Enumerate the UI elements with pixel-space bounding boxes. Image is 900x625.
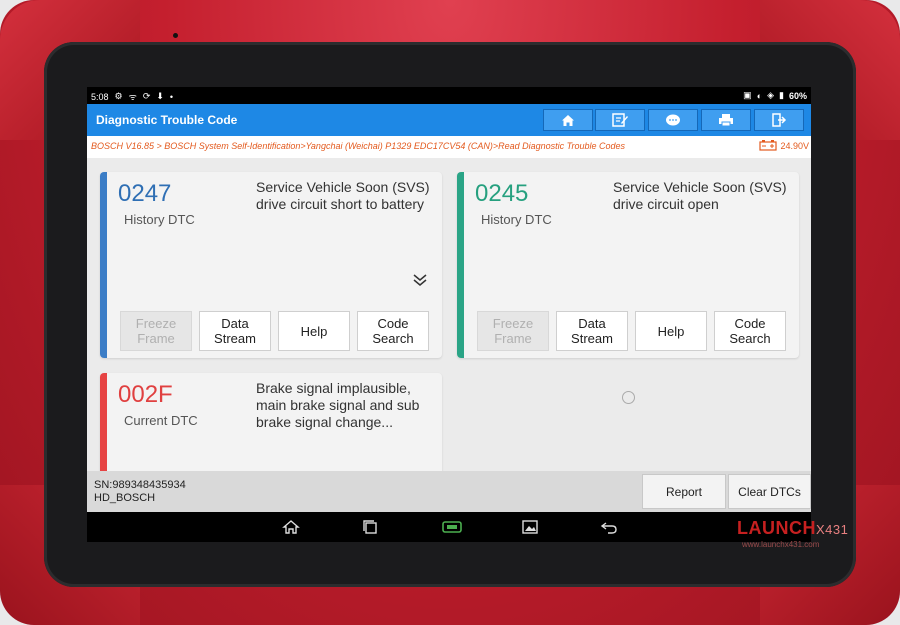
watermark-suffix: X431: [816, 522, 849, 537]
vci-icon[interactable]: [441, 519, 463, 535]
settings-icon: ⚙: [114, 91, 123, 101]
battery-icon: ▮: [779, 90, 784, 100]
data-stream-button[interactable]: Data Stream: [556, 311, 628, 351]
screen: 5:08 ⚙ ᯤ ⟳ ⬇ • ▣ ◐ ◈ ▮ 60% Diagnostic Tr…: [87, 87, 811, 542]
sync-icon: ⟳: [142, 91, 151, 101]
home-icon: [562, 114, 574, 126]
chat-icon: [666, 114, 680, 125]
loading-spinner-icon: [622, 391, 635, 404]
battery-voltage-icon: [759, 140, 778, 151]
status-bar: 5:08 ⚙ ᯤ ⟳ ⬇ • ▣ ◐ ◈ ▮ 60%: [87, 87, 811, 104]
cast-icon: ▣: [743, 90, 752, 100]
watermark-brand: LAUNCH: [737, 518, 816, 538]
print-icon: [719, 114, 733, 127]
vibrate-icon: ◐: [756, 90, 763, 101]
dtc-card: 0245 History DTC Service Vehicle Soon (S…: [457, 172, 799, 358]
recent-apps-icon[interactable]: [361, 519, 379, 535]
report-button[interactable]: Report: [642, 474, 726, 509]
print-button[interactable]: [701, 109, 751, 131]
clear-dtcs-button[interactable]: Clear DTCs: [728, 474, 811, 509]
dot-icon: •: [169, 91, 174, 102]
back-icon[interactable]: [600, 519, 618, 535]
download-icon: ⬇: [156, 91, 164, 101]
dtc-accent-bar: [457, 172, 464, 358]
exit-icon: [772, 113, 787, 127]
report-edit-icon: [612, 113, 628, 127]
help-button[interactable]: Help: [635, 311, 707, 351]
breadcrumb-path: BOSCH V16.85 > BOSCH System Self-Identif…: [91, 141, 626, 151]
brand-watermark: LAUNCHX431: [737, 518, 848, 539]
dtc-code: 0247: [118, 180, 172, 207]
screenshot-icon[interactable]: [521, 519, 539, 535]
breadcrumb: BOSCH V16.85 > BOSCH System Self-Identif…: [87, 136, 811, 158]
android-nav-bar: [87, 512, 811, 542]
dtc-description: Brake signal implausible, main brake sig…: [256, 380, 420, 430]
dtc-description: Service Vehicle Soon (SVS) drive circuit…: [613, 179, 787, 212]
bottom-info-bar: SN:989348435934 HD_BOSCH Report Clear DT…: [87, 471, 811, 512]
module-name: HD_BOSCH: [94, 492, 156, 504]
dtc-accent-bar: [100, 172, 107, 358]
freeze-frame-button[interactable]: Freeze Frame: [477, 311, 549, 351]
wifi-icon: ◈: [767, 90, 775, 100]
voltage-indicator: 24.90V: [759, 140, 809, 151]
voltage-value: 24.90V: [780, 140, 809, 151]
dtc-code: 002F: [118, 381, 173, 408]
help-button[interactable]: Help: [278, 311, 350, 351]
dtc-list: 0247 History DTC Service Vehicle Soon (S…: [87, 158, 811, 471]
status-time: 5:08: [91, 91, 109, 102]
dtc-type: History DTC: [124, 212, 195, 227]
code-search-button[interactable]: Code Search: [714, 311, 786, 351]
dtc-accent-bar: [100, 373, 107, 471]
watermark-url: www.launchx431.com: [742, 540, 820, 549]
serial-number: SN:989348435934: [94, 479, 186, 491]
freeze-frame-button[interactable]: Freeze Frame: [120, 311, 192, 351]
vehicle-info: SN:989348435934 HD_BOSCH: [94, 479, 186, 505]
dtc-description: Service Vehicle Soon (SVS) drive circuit…: [256, 179, 430, 212]
dtc-code: 0245: [475, 180, 529, 207]
chat-button[interactable]: [648, 109, 698, 131]
dtc-type: Current DTC: [124, 413, 198, 428]
dtc-card: 0247 History DTC Service Vehicle Soon (S…: [100, 172, 442, 358]
front-camera: [173, 33, 178, 38]
page-title: Diagnostic Trouble Code: [96, 113, 238, 127]
dtc-type: History DTC: [481, 212, 552, 227]
expand-chevron-icon[interactable]: [410, 272, 430, 288]
code-search-button[interactable]: Code Search: [357, 311, 429, 351]
data-stream-button[interactable]: Data Stream: [199, 311, 271, 351]
title-bar: Diagnostic Trouble Code: [87, 104, 811, 136]
exit-button[interactable]: [754, 109, 804, 131]
dtc-card: 002F Current DTC Brake signal implausibl…: [100, 373, 442, 471]
home-button[interactable]: [543, 109, 593, 131]
usb-icon: ᯤ: [128, 92, 137, 102]
battery-level: 60%: [788, 90, 807, 101]
edit-report-button[interactable]: [595, 109, 645, 131]
home-icon[interactable]: [282, 519, 300, 535]
